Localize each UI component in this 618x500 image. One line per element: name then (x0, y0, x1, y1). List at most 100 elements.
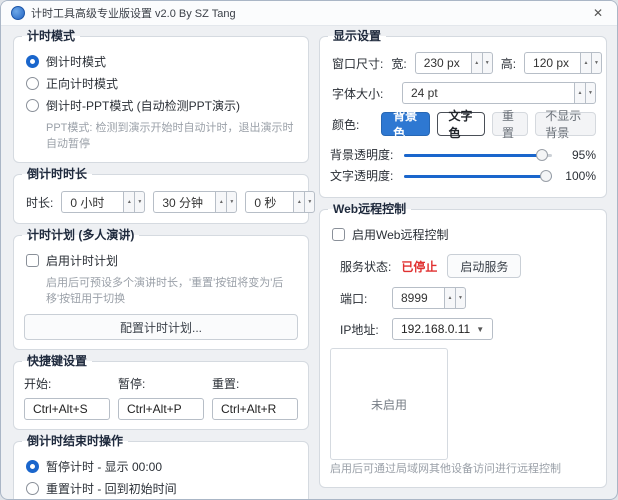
spinner-up-icon[interactable]: ▲ (123, 191, 134, 213)
font-size-stepper[interactable]: 24 pt ▲ ▼ (402, 82, 596, 104)
radio-icon[interactable] (26, 460, 39, 473)
width-value[interactable]: 230 px (415, 52, 471, 74)
radio-label: 暂停计时 - 显示 00:00 (46, 458, 162, 475)
radio-ppt-mode[interactable]: 倒计时-PPT模式 (自动检测PPT演示) (26, 97, 298, 114)
window-title: 计时工具高级专业版设置 v2.0 By SZ Tang (31, 5, 583, 21)
slider-handle[interactable] (540, 170, 552, 182)
checkbox-enable-plan[interactable]: 启用计时计划 (26, 252, 298, 269)
spinner-down-icon[interactable]: ▼ (591, 52, 602, 74)
checkbox-label: 启用Web远程控制 (352, 226, 448, 243)
service-status-label: 服务状态: (340, 258, 391, 275)
radio-icon[interactable] (26, 55, 39, 68)
title-bar: 计时工具高级专业版设置 v2.0 By SZ Tang ✕ (1, 1, 617, 26)
spinner-up-icon[interactable]: ▲ (444, 287, 455, 309)
text-opacity-slider[interactable] (404, 169, 552, 183)
radio-countdown-mode[interactable]: 倒计时模式 (26, 53, 298, 70)
color-label: 颜色: (332, 116, 374, 133)
group-end-action: 倒计时结束时操作 暂停计时 - 显示 00:00 重置计时 - 回到初始时间 负… (13, 441, 309, 500)
spinner-up-icon[interactable]: ▲ (215, 191, 226, 213)
hours-value[interactable]: 0 小时 (61, 191, 123, 213)
group-timing-plan: 计时计划 (多人演讲) 启用计时计划 启用后可预设多个演讲时长，'重置'按钮将变… (13, 235, 309, 350)
width-stepper[interactable]: 230 px ▲ ▼ (415, 52, 493, 74)
bg-opacity-value: 95% (560, 148, 596, 162)
font-size-label: 字体大小: (332, 85, 394, 102)
spinner-up-icon[interactable]: ▲ (574, 82, 585, 104)
start-service-button[interactable]: 启动服务 (447, 254, 521, 278)
group-duration: 倒计时时长 时长: 0 小时 ▲ ▼ 30 分钟 ▲ ▼ 0 秒 (13, 174, 309, 224)
font-size-value[interactable]: 24 pt (402, 82, 574, 104)
minutes-value[interactable]: 30 分钟 (153, 191, 215, 213)
spinner-up-icon[interactable]: ▲ (293, 191, 304, 213)
ip-address-label: IP地址: (340, 321, 384, 338)
radio-label: 重置计时 - 回到初始时间 (46, 480, 177, 497)
radio-countup-mode[interactable]: 正向计时模式 (26, 75, 298, 92)
hotkey-reset-label: 重置: (212, 375, 298, 392)
group-display-settings: 显示设置 窗口尺寸: 宽: 230 px ▲ ▼ 高: 120 px ▲ ▼ (319, 36, 607, 198)
port-value[interactable]: 8999 (392, 287, 444, 309)
spinner-down-icon[interactable]: ▼ (455, 287, 466, 309)
text-opacity-row: 文字透明度: 100% (330, 167, 596, 184)
spinner-down-icon[interactable]: ▼ (304, 191, 315, 213)
checkbox-icon[interactable] (26, 254, 39, 267)
port-label: 端口: (340, 290, 384, 307)
checkbox-icon[interactable] (332, 228, 345, 241)
text-color-button[interactable]: 文字色 (437, 112, 485, 136)
spinner-down-icon[interactable]: ▼ (226, 191, 237, 213)
spinner-down-icon[interactable]: ▼ (482, 52, 493, 74)
port-stepper[interactable]: 8999 ▲ ▼ (392, 287, 466, 309)
configure-plan-button[interactable]: 配置计时计划... (24, 314, 298, 340)
hours-stepper[interactable]: 0 小时 ▲ ▼ (61, 191, 145, 213)
plan-hint: 启用后可预设多个演讲时长，'重置'按钮将变为'后移'按钮用于切换 (46, 274, 298, 306)
group-title-duration: 倒计时时长 (22, 167, 92, 182)
spinner-down-icon[interactable]: ▼ (134, 191, 145, 213)
hotkey-pause-label: 暂停: (118, 375, 204, 392)
radio-end-pause[interactable]: 暂停计时 - 显示 00:00 (26, 458, 298, 475)
height-value[interactable]: 120 px (524, 52, 580, 74)
caret-down-icon: ▼ (476, 325, 484, 334)
radio-icon[interactable] (26, 482, 39, 495)
text-opacity-value: 100% (560, 169, 596, 183)
hotkey-pause-input[interactable]: Ctrl+Alt+P (118, 398, 204, 420)
radio-label: 倒计时-PPT模式 (自动检测PPT演示) (46, 97, 240, 114)
minutes-stepper[interactable]: 30 分钟 ▲ ▼ (153, 191, 237, 213)
bg-color-button[interactable]: 背景色 (381, 112, 429, 136)
qr-placeholder-text: 未启用 (371, 396, 407, 413)
dialog-content: 计时模式 倒计时模式 正向计时模式 倒计时-PPT模式 (自动检测PPT演示) … (1, 26, 617, 500)
slider-handle[interactable] (536, 149, 548, 161)
ip-address-value: 192.168.0.11 (401, 322, 470, 336)
seconds-stepper[interactable]: 0 秒 ▲ ▼ (245, 191, 315, 213)
radio-icon[interactable] (26, 77, 39, 90)
ip-address-select[interactable]: 192.168.0.11 ▼ (392, 318, 493, 340)
checkbox-label: 启用计时计划 (46, 252, 118, 269)
spinner-up-icon[interactable]: ▲ (580, 52, 591, 74)
bg-opacity-slider[interactable] (404, 148, 552, 162)
seconds-value[interactable]: 0 秒 (245, 191, 293, 213)
width-label: 宽: (391, 55, 406, 72)
web-remote-hint: 启用后可通过局域网其他设备访问进行远程控制 (330, 460, 596, 476)
close-icon[interactable]: ✕ (589, 6, 607, 20)
height-label: 高: (501, 55, 516, 72)
app-icon (11, 6, 25, 20)
radio-end-reset[interactable]: 重置计时 - 回到初始时间 (26, 480, 298, 497)
group-title-display: 显示设置 (328, 29, 386, 44)
hotkey-reset-input[interactable]: Ctrl+Alt+R (212, 398, 298, 420)
spinner-up-icon[interactable]: ▲ (471, 52, 482, 74)
height-stepper[interactable]: 120 px ▲ ▼ (524, 52, 602, 74)
radio-icon[interactable] (26, 99, 39, 112)
group-title-end-action: 倒计时结束时操作 (22, 434, 128, 449)
hotkey-start-label: 开始: (24, 375, 110, 392)
reset-color-button[interactable]: 重置 (492, 112, 528, 136)
group-title-timing-plan: 计时计划 (多人演讲) (22, 228, 139, 243)
group-title-web-remote: Web远程控制 (328, 202, 411, 217)
no-background-button[interactable]: 不显示背景 (535, 112, 596, 136)
group-title-timing-mode: 计时模式 (22, 29, 80, 44)
spinner-down-icon[interactable]: ▼ (585, 82, 596, 104)
settings-dialog: 计时工具高级专业版设置 v2.0 By SZ Tang ✕ 计时模式 倒计时模式… (0, 0, 618, 500)
hotkey-start-input[interactable]: Ctrl+Alt+S (24, 398, 110, 420)
bg-opacity-label: 背景透明度: (330, 146, 396, 163)
window-size-label: 窗口尺寸: (332, 55, 383, 72)
service-status-value: 已停止 (401, 258, 437, 275)
qr-code-placeholder: 未启用 (330, 348, 448, 460)
group-title-hotkeys: 快捷键设置 (22, 354, 92, 369)
checkbox-enable-web[interactable]: 启用Web远程控制 (332, 226, 596, 243)
